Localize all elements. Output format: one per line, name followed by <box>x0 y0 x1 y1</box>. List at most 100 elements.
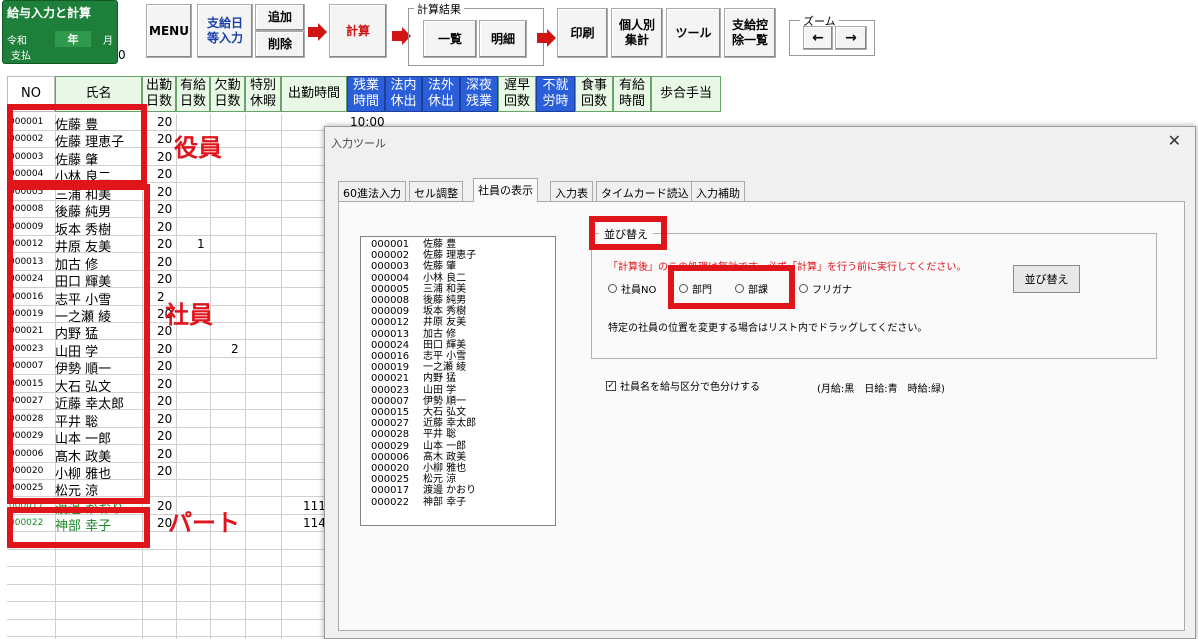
list-item[interactable]: 000003 佐藤 肇 <box>371 262 456 272</box>
list-item-code: 000007 <box>371 395 410 407</box>
zoom-in-button[interactable]: → <box>835 26 867 50</box>
list-item-name: 佐藤 理恵子 <box>423 250 477 262</box>
hd-text: 不就 <box>542 78 569 93</box>
col-header-paid-hours: 有給 時間 <box>613 76 651 112</box>
list-item[interactable]: 000008 後藤 純男 <box>371 296 466 306</box>
list-item-code: 000023 <box>371 384 410 396</box>
deduction-list-button[interactable]: 支給控 除一覧 <box>724 8 776 58</box>
indiv-line1: 個人別 <box>618 18 655 32</box>
individual-summary-button[interactable]: 個人別 集計 <box>611 8 663 58</box>
list-item-name: 髙木 政美 <box>423 451 467 463</box>
list-item[interactable]: 000015 大石 弘文 <box>371 408 466 418</box>
list-item-name: 一之瀬 綾 <box>423 362 467 374</box>
list-item[interactable]: 000020 小柳 雅也 <box>371 464 466 474</box>
hd-text: 回数 <box>580 94 607 109</box>
col-header-legal-holiday: 法内 休出 <box>385 76 422 112</box>
hd-text: 残業 <box>465 94 492 109</box>
tools-button[interactable]: ツール <box>666 8 721 58</box>
empty-row[interactable] <box>7 585 327 603</box>
col-header-late-early: 遅早 回数 <box>498 76 536 112</box>
list-item-code: 000021 <box>371 373 410 385</box>
officer-label: 役員 <box>174 134 222 162</box>
sort-button[interactable]: 並び替え <box>1013 265 1080 293</box>
result-list-button[interactable]: 一覧 <box>423 20 477 58</box>
app-title: 給与入力と計算 <box>7 6 92 20</box>
empty-row[interactable] <box>7 603 327 620</box>
hd-text: 法内 <box>390 78 417 93</box>
arrow-right-icon <box>537 29 556 47</box>
list-item[interactable]: 000023 山田 学 <box>371 384 456 396</box>
list-item-name: 志平 小雪 <box>423 351 467 362</box>
color-legend: (月給:黒 日給:青 時給:緑) <box>817 384 945 395</box>
list-item[interactable]: 000012 井原 友美 <box>371 318 466 328</box>
era-label: 令和 <box>7 36 27 47</box>
hd-text: 日数 <box>145 94 172 109</box>
list-item-name: 神部 幸子 <box>423 496 467 508</box>
drag-note: 特定の社員の位置を変更する場合はリスト内でドラッグしてください。 <box>608 323 928 334</box>
add-button[interactable]: 追加 <box>255 4 305 31</box>
color-by-pay-type-checkbox[interactable]: ✓ 社員名を給与区分で色分けする <box>606 378 760 393</box>
list-item-name: 井原 友美 <box>423 317 467 329</box>
workdays-cell: 20 <box>157 446 173 461</box>
delete-button[interactable]: 削除 <box>255 31 305 58</box>
list-item[interactable]: 000021 内野 猛 <box>371 374 456 384</box>
list-item[interactable]: 000009 坂本 秀樹 <box>371 307 466 317</box>
input-tool-dialog: 入力ツール ✕ 60進法入力 セル調整 社員の表示 入力表 タイムカード読込 入… <box>324 126 1196 639</box>
paydate-input-button[interactable]: 支給日 等入力 <box>197 4 253 58</box>
list-item[interactable]: 000022 神部 幸子 <box>371 496 467 508</box>
calc-button[interactable]: 計算 <box>329 4 387 58</box>
list-item[interactable]: 000025 松元 涼 <box>371 475 456 485</box>
tab-timecard-import[interactable]: タイムカード読込 <box>596 181 694 201</box>
hd-text: 遅早 <box>503 78 530 93</box>
tab-cell-adjust[interactable]: セル調整 <box>409 181 463 201</box>
print-button[interactable]: 印刷 <box>557 8 608 58</box>
list-item[interactable]: 000013 加古 修 <box>371 329 456 340</box>
result-detail-button[interactable]: 明細 <box>479 20 527 58</box>
year-field[interactable]: 年 <box>55 31 91 47</box>
list-item[interactable]: 000006 髙木 政美 <box>371 451 467 463</box>
hd-text: 日数 <box>214 94 241 109</box>
list-item[interactable]: 000002 佐藤 理恵子 <box>371 251 476 261</box>
radio-furigana[interactable]: フリガナ <box>799 281 852 296</box>
pay-label: 支払 <box>11 51 31 62</box>
tab-employee-display[interactable]: 社員の表示 <box>473 178 538 202</box>
list-item[interactable]: 000027 近藤 幸太郎 <box>371 419 476 429</box>
dialog-title: 入力ツール <box>331 137 386 150</box>
empty-row[interactable] <box>7 568 327 585</box>
month-label: 月 <box>103 36 113 47</box>
list-item-code: 000016 <box>371 351 410 362</box>
list-item[interactable]: 000028 平井 聡 <box>371 430 456 440</box>
list-item[interactable]: 000029 山本 一郎 <box>371 440 466 452</box>
list-item[interactable]: 000005 三浦 和美 <box>371 284 466 295</box>
employee-order-list[interactable]: 000001 佐藤 豊 000002 佐藤 理恵子 000003 佐藤 肇 000004 小林… <box>360 236 556 526</box>
list-item[interactable]: 000004 小林 良二 <box>371 273 466 284</box>
tab-input-table[interactable]: 入力表 <box>550 181 593 201</box>
list-item-code: 000020 <box>371 463 410 474</box>
empty-row[interactable] <box>7 550 327 568</box>
menu-button[interactable]: MENU <box>146 4 192 58</box>
list-item[interactable]: 000016 志平 小雪 <box>371 352 466 362</box>
col-header-special-leave: 特別 休暇 <box>245 76 281 112</box>
radio-employee-no[interactable]: 社員NO <box>608 281 656 296</box>
list-item[interactable]: 000001 佐藤 豊 <box>371 240 456 250</box>
list-item-code: 000029 <box>371 440 410 452</box>
hd-text: 深夜 <box>465 78 492 93</box>
list-item-name: 田口 輝美 <box>423 339 467 351</box>
workdays-cell: 20 <box>157 394 173 409</box>
list-item-code: 000017 <box>371 485 410 497</box>
tab-input-assist[interactable]: 入力補助 <box>691 181 745 201</box>
list-item-code: 000001 <box>371 239 410 250</box>
tab-60-base-input[interactable]: 60進法入力 <box>338 181 406 201</box>
col-header-nonwork-hours: 不就 労時 <box>536 76 575 112</box>
deduct-line1: 支給控 <box>731 18 768 32</box>
empty-row[interactable] <box>7 620 327 638</box>
list-item[interactable]: 000019 一之瀬 綾 <box>371 363 466 373</box>
zoom-out-button[interactable]: ← <box>803 26 833 50</box>
checkbox-label: 社員名を給与区分で色分けする <box>620 382 760 393</box>
list-item[interactable]: 000007 伊勢 順一 <box>371 395 466 407</box>
close-icon[interactable]: ✕ <box>1168 131 1181 150</box>
employee-label: 社員 <box>165 301 213 329</box>
list-item[interactable]: 000024 田口 輝美 <box>371 339 467 351</box>
list-item[interactable]: 000017 渡邊 かおり <box>371 486 476 496</box>
hd-text: 休暇 <box>249 94 276 109</box>
